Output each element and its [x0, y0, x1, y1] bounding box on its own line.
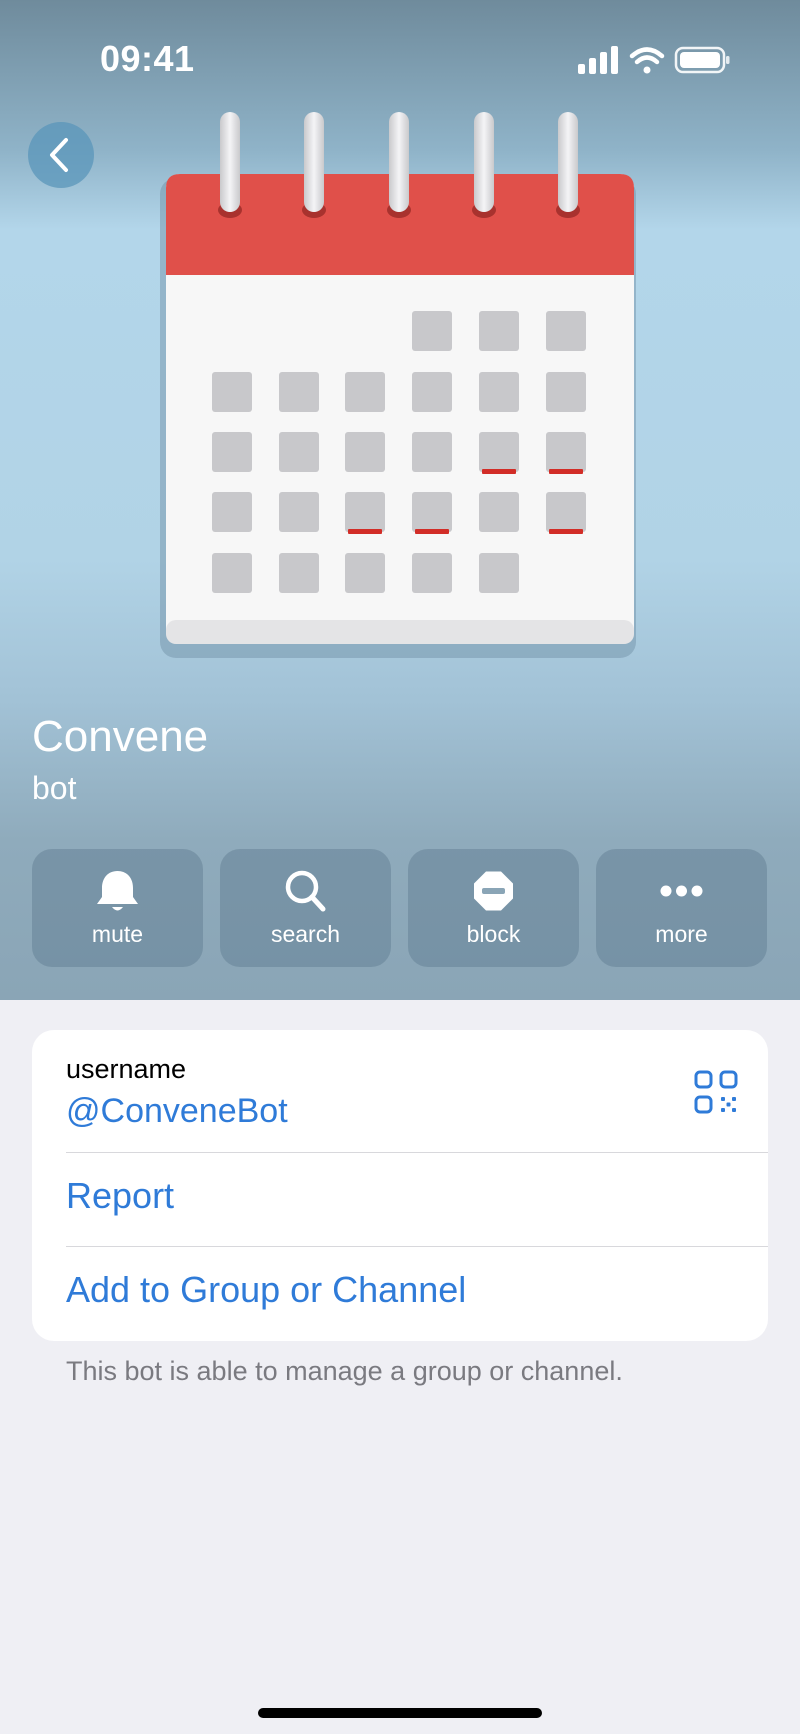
profile-subtitle: bot	[32, 770, 77, 806]
username-label: username	[66, 1054, 187, 1084]
block-label: block	[466, 921, 521, 947]
bell-icon	[97, 871, 138, 911]
profile-name: Convene	[32, 712, 209, 761]
more-button[interactable]: more	[596, 849, 767, 967]
status-time: 09:41	[100, 38, 195, 79]
add-to-group-row[interactable]: Add to Group or Channel	[32, 1247, 768, 1341]
info-card: username @ConveneBot Report Add to Group…	[32, 1030, 768, 1341]
home-indicator	[258, 1708, 542, 1718]
status-bar: 09:41	[0, 0, 800, 120]
report-row[interactable]: Report	[32, 1153, 768, 1247]
action-bar: mute search block more	[32, 849, 768, 967]
wifi-icon	[629, 47, 665, 74]
footnote: This bot is able to manage a group or ch…	[66, 1356, 623, 1386]
block-button[interactable]: block	[408, 849, 579, 967]
more-label: more	[655, 921, 708, 947]
calendar-icon	[160, 112, 636, 658]
username-row[interactable]: username @ConveneBot	[32, 1030, 768, 1152]
profile-header: 09:41 Convene bot mute search block more	[0, 0, 800, 1000]
add-to-group-label: Add to Group or Channel	[66, 1269, 467, 1310]
mute-button[interactable]: mute	[32, 849, 203, 967]
signal-icon	[578, 46, 618, 74]
status-icons	[572, 44, 732, 76]
search-label: search	[270, 921, 341, 947]
back-button[interactable]	[28, 122, 94, 188]
search-button[interactable]: search	[220, 849, 391, 967]
search-icon	[285, 870, 326, 912]
report-label: Report	[66, 1175, 175, 1216]
qr-code-icon[interactable]	[694, 1070, 738, 1114]
chevron-left-icon	[50, 138, 68, 172]
more-icon	[660, 885, 703, 897]
bot-avatar	[150, 110, 650, 670]
battery-icon	[674, 46, 730, 74]
username-value[interactable]: @ConveneBot	[66, 1092, 288, 1131]
mute-label: mute	[91, 921, 144, 947]
block-icon	[474, 871, 513, 911]
